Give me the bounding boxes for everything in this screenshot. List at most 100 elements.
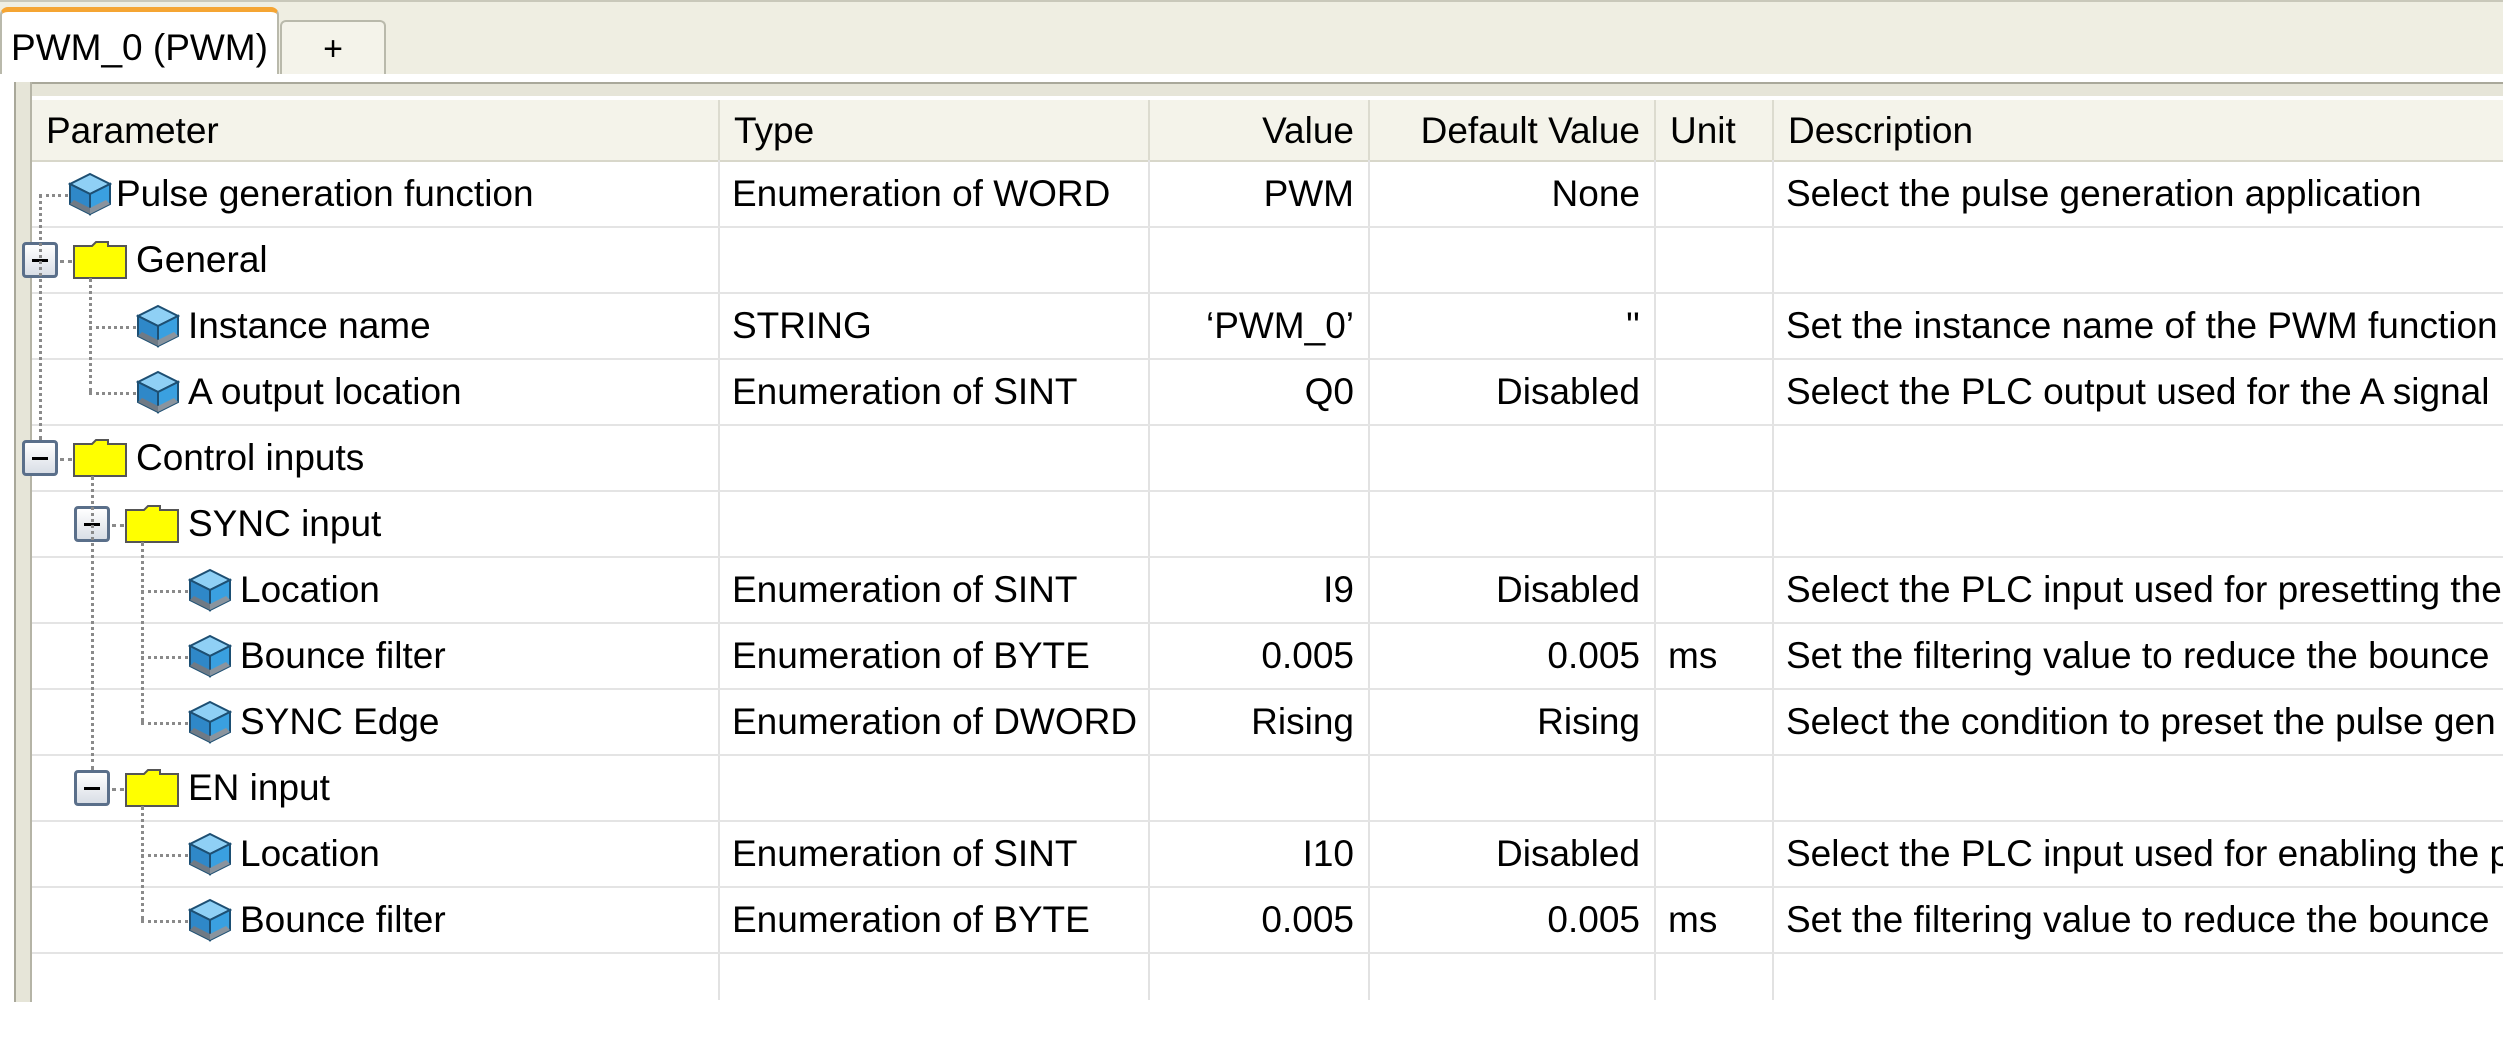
tree-line (39, 194, 68, 197)
tree-line (89, 278, 92, 392)
tree-line (89, 392, 136, 395)
tree-line (141, 806, 144, 920)
cell-description (1772, 756, 2503, 820)
header-value[interactable]: Value (1148, 100, 1368, 160)
cell-type: Enumeration of SINT (732, 833, 1078, 874)
cell-value[interactable]: ‘PWM_0’ (1148, 294, 1368, 358)
parameter-row[interactable]: Bounce filter Enumeration of BYTE 0.005 0.0… (32, 888, 2503, 954)
parameter-row[interactable]: Location Enumeration of SINT I10 Disabled Se… (32, 822, 2503, 888)
header-unit[interactable]: Unit (1654, 100, 1772, 160)
cell-unit (1654, 426, 1772, 490)
parameter-grid: Parameter Type Value Default Value Unit … (22, 100, 2503, 1000)
tree-folder-row[interactable]: SYNC input (32, 492, 2503, 558)
tree-line (60, 458, 72, 461)
parameter-cube-icon (187, 568, 233, 612)
header-description[interactable]: Description (1772, 100, 2503, 160)
header-type[interactable]: Type (718, 100, 1148, 160)
parameter-cube-icon (135, 370, 181, 414)
cell-value[interactable]: Rising (1148, 690, 1368, 754)
cell-value[interactable]: PWM (1148, 162, 1368, 226)
parameter-panel: Parameter Type Value Default Value Unit … (0, 74, 2503, 1041)
cell-description (1772, 492, 2503, 556)
parameter-row[interactable]: Location Enumeration of SINT I9 Disabled Sel… (32, 558, 2503, 624)
cell-unit (1654, 756, 1772, 820)
parameter-cube-icon (187, 700, 233, 744)
tree-line (91, 476, 94, 770)
cell-value[interactable] (1148, 228, 1368, 292)
parameter-label: Bounce filter (240, 899, 446, 940)
cell-unit (1654, 228, 1772, 292)
parameter-row[interactable]: Instance name STRING ‘PWM_0’ '' Set the inst… (32, 294, 2503, 360)
tree-line (141, 590, 188, 593)
cell-unit: ms (1668, 635, 1718, 676)
cell-unit (1654, 822, 1772, 886)
cell-default-value: Disabled (1496, 569, 1640, 610)
cell-default-value: Disabled (1496, 371, 1640, 412)
parameter-row[interactable]: Pulse generation function Enumeration of … (32, 162, 2503, 228)
tree-line (112, 788, 124, 791)
folder-label: Control inputs (136, 437, 365, 478)
parameter-row[interactable]: Bounce filter Enumeration of BYTE 0.005 0.0… (32, 624, 2503, 690)
cell-value[interactable]: 0.005 (1148, 888, 1368, 952)
parameter-cube-icon (187, 634, 233, 678)
cell-value[interactable] (1148, 426, 1368, 490)
parameter-cube-icon (187, 832, 233, 876)
cell-type: Enumeration of BYTE (732, 635, 1090, 676)
parameter-label: Location (240, 569, 380, 610)
cell-value[interactable] (1148, 492, 1368, 556)
cell-unit (1654, 690, 1772, 754)
cell-type: Enumeration of SINT (732, 371, 1078, 412)
tree-line (39, 194, 42, 440)
cell-value[interactable]: I9 (1148, 558, 1368, 622)
tab-pwm-0[interactable]: PWM_0 (PWM) (0, 7, 279, 76)
cell-default-value: 0.005 (1547, 899, 1640, 940)
cell-value[interactable]: Q0 (1148, 360, 1368, 424)
header-parameter[interactable]: Parameter (32, 100, 718, 160)
folder-icon (124, 504, 180, 544)
cell-description (1772, 228, 2503, 292)
cell-value[interactable]: I10 (1148, 822, 1368, 886)
parameter-row[interactable]: A output location Enumeration of SINT Q0 Di… (32, 360, 2503, 426)
folder-icon (72, 438, 128, 478)
cell-default-value (1368, 228, 1654, 292)
cell-default-value: Disabled (1496, 833, 1640, 874)
cell-unit: ms (1668, 899, 1718, 940)
cell-default-value (1368, 756, 1654, 820)
tree-line (141, 854, 188, 857)
cell-type (718, 756, 1148, 820)
panel-frame-top (14, 82, 2503, 96)
cell-default-value (1368, 492, 1654, 556)
folder-label: SYNC input (188, 503, 382, 544)
cell-value[interactable] (1148, 756, 1368, 820)
cell-type: Enumeration of BYTE (732, 899, 1090, 940)
parameter-label: SYNC Edge (240, 701, 440, 742)
cell-unit (1654, 360, 1772, 424)
parameter-row[interactable]: SYNC Edge Enumeration of DWORD Rising Risin… (32, 690, 2503, 756)
cell-unit (1654, 492, 1772, 556)
parameter-cube-icon (67, 172, 113, 216)
cell-type: Enumeration of SINT (732, 569, 1078, 610)
cell-type (718, 492, 1148, 556)
cell-unit (1654, 294, 1772, 358)
add-tab-button[interactable]: + (280, 20, 386, 76)
folder-icon (124, 768, 180, 808)
collapse-icon[interactable] (74, 770, 110, 806)
cell-unit (1654, 558, 1772, 622)
cell-description (1772, 426, 2503, 490)
cell-default-value: Rising (1537, 701, 1640, 742)
tree-line (60, 260, 72, 263)
collapse-icon[interactable] (22, 440, 58, 476)
header-default-value[interactable]: Default Value (1368, 100, 1654, 160)
parameter-cube-icon (135, 304, 181, 348)
parameter-label: Pulse generation function (116, 173, 534, 214)
tree-line (89, 326, 136, 329)
tree-line (141, 656, 188, 659)
cell-unit (1654, 162, 1772, 226)
cell-value[interactable]: 0.005 (1148, 624, 1368, 688)
tree-folder-row[interactable]: Control inputs (22, 426, 2503, 492)
panel-frame-left (14, 82, 32, 1002)
tree-folder-row[interactable]: EN input (32, 756, 2503, 822)
tree-line (141, 722, 188, 725)
parameter-label: Instance name (188, 305, 431, 346)
tree-folder-row[interactable]: General (22, 228, 2503, 294)
